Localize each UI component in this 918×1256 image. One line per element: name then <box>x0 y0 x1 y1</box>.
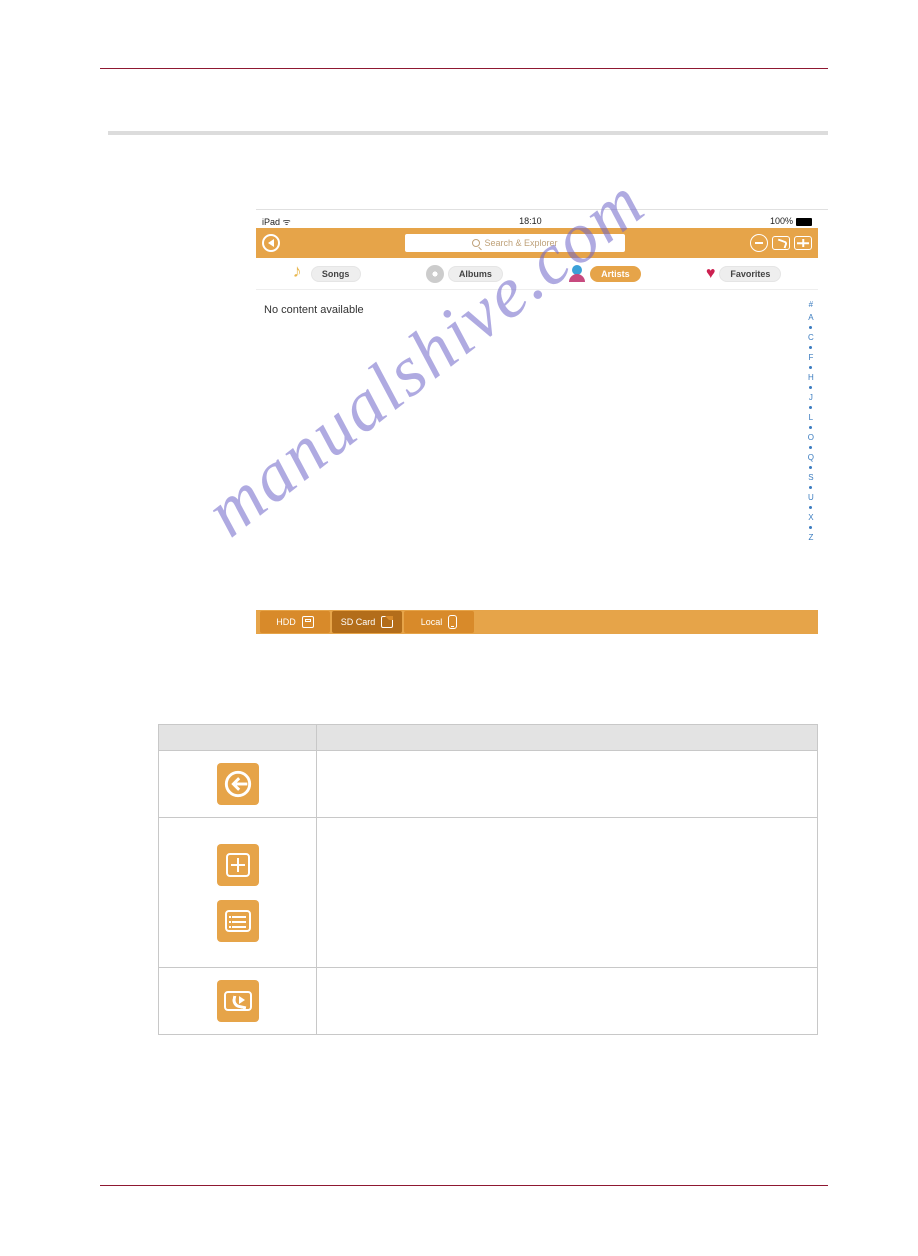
phone-icon <box>448 615 457 629</box>
index-dot <box>809 506 812 509</box>
index-dot <box>809 526 812 529</box>
grid-view-icon <box>217 844 259 886</box>
content-area: No content available # A C F H J L O Q S… <box>256 290 818 610</box>
index-letter[interactable]: A <box>808 313 813 322</box>
status-carrier: iPad ᯤ <box>262 215 291 228</box>
category-bar: Songs Albums Artists ♥ Favorites <box>256 258 818 290</box>
icon-legend-table <box>158 724 818 1035</box>
index-letter[interactable]: J <box>809 393 813 402</box>
back-button-icon <box>217 763 259 805</box>
back-icon[interactable] <box>262 234 280 252</box>
artist-icon <box>568 265 586 283</box>
table-row <box>159 968 818 1035</box>
tab-label: Albums <box>448 266 503 282</box>
screenshot-top-rule <box>256 209 828 210</box>
view-grid-icon[interactable] <box>794 236 812 250</box>
section-sub-rule <box>108 131 828 135</box>
tab-favorites[interactable]: ♥ Favorites <box>706 266 782 282</box>
empty-state-text: No content available <box>256 290 818 330</box>
tab-label: Local <box>421 617 443 627</box>
index-dot <box>809 326 812 329</box>
index-dot <box>809 406 812 409</box>
index-letter[interactable]: Q <box>808 453 814 462</box>
music-note-icon <box>293 265 307 283</box>
search-placeholder: Search & Explorer <box>484 238 557 248</box>
storage-bar: HDD SD Card Local <box>256 610 818 634</box>
share-button-icon <box>217 980 259 1022</box>
header-icon <box>159 725 317 751</box>
tab-artists[interactable]: Artists <box>568 265 641 283</box>
status-battery: 100% <box>770 216 812 226</box>
now-playing-icon[interactable] <box>750 234 768 252</box>
tab-local[interactable]: Local <box>404 611 474 633</box>
description-cell <box>317 818 818 968</box>
tab-sdcard[interactable]: SD Card <box>332 611 402 633</box>
page-bottom-rule <box>100 1185 828 1186</box>
app-screenshot: iPad ᯤ 18:10 100% Search & Explorer Song… <box>256 214 818 632</box>
table-row <box>159 818 818 968</box>
index-dot <box>809 426 812 429</box>
index-dot <box>809 486 812 489</box>
header-description <box>317 725 818 751</box>
sdcard-icon <box>381 616 393 628</box>
index-dot <box>809 366 812 369</box>
index-letter[interactable]: H <box>808 373 814 382</box>
description-cell <box>317 968 818 1035</box>
tab-label: Artists <box>590 266 641 282</box>
index-letter[interactable]: O <box>808 433 814 442</box>
share-icon[interactable] <box>772 236 790 250</box>
page-top-rule <box>100 68 828 69</box>
ios-statusbar: iPad ᯤ 18:10 100% <box>256 214 818 228</box>
app-topbar: Search & Explorer <box>256 228 818 258</box>
list-view-icon <box>217 900 259 942</box>
index-letter[interactable]: F <box>808 353 813 362</box>
tab-label: Favorites <box>719 266 781 282</box>
table-row <box>159 751 818 818</box>
index-letter[interactable]: Z <box>808 533 813 542</box>
tab-label: Songs <box>311 266 361 282</box>
search-icon <box>472 239 480 247</box>
description-cell <box>317 751 818 818</box>
index-letter[interactable]: # <box>809 300 813 309</box>
index-dot <box>809 346 812 349</box>
tab-albums[interactable]: Albums <box>426 265 503 283</box>
index-letter[interactable]: L <box>809 413 813 422</box>
tab-songs[interactable]: Songs <box>293 265 361 283</box>
heart-icon: ♥ <box>706 266 716 282</box>
hdd-icon <box>302 616 314 628</box>
status-time: 18:10 <box>291 216 770 226</box>
index-dot <box>809 386 812 389</box>
tab-hdd[interactable]: HDD <box>260 611 330 633</box>
index-letter[interactable]: X <box>808 513 813 522</box>
index-letter[interactable]: S <box>808 473 813 482</box>
tab-label: SD Card <box>341 617 376 627</box>
disc-icon <box>426 265 444 283</box>
alpha-index[interactable]: # A C F H J L O Q S U X Z <box>808 300 814 542</box>
index-letter[interactable]: C <box>808 333 814 342</box>
search-input[interactable]: Search & Explorer <box>405 234 625 252</box>
index-letter[interactable]: U <box>808 493 814 502</box>
index-dot <box>809 446 812 449</box>
wifi-icon: ᯤ <box>283 217 291 227</box>
index-dot <box>809 466 812 469</box>
table-header-row <box>159 725 818 751</box>
tab-label: HDD <box>276 617 296 627</box>
